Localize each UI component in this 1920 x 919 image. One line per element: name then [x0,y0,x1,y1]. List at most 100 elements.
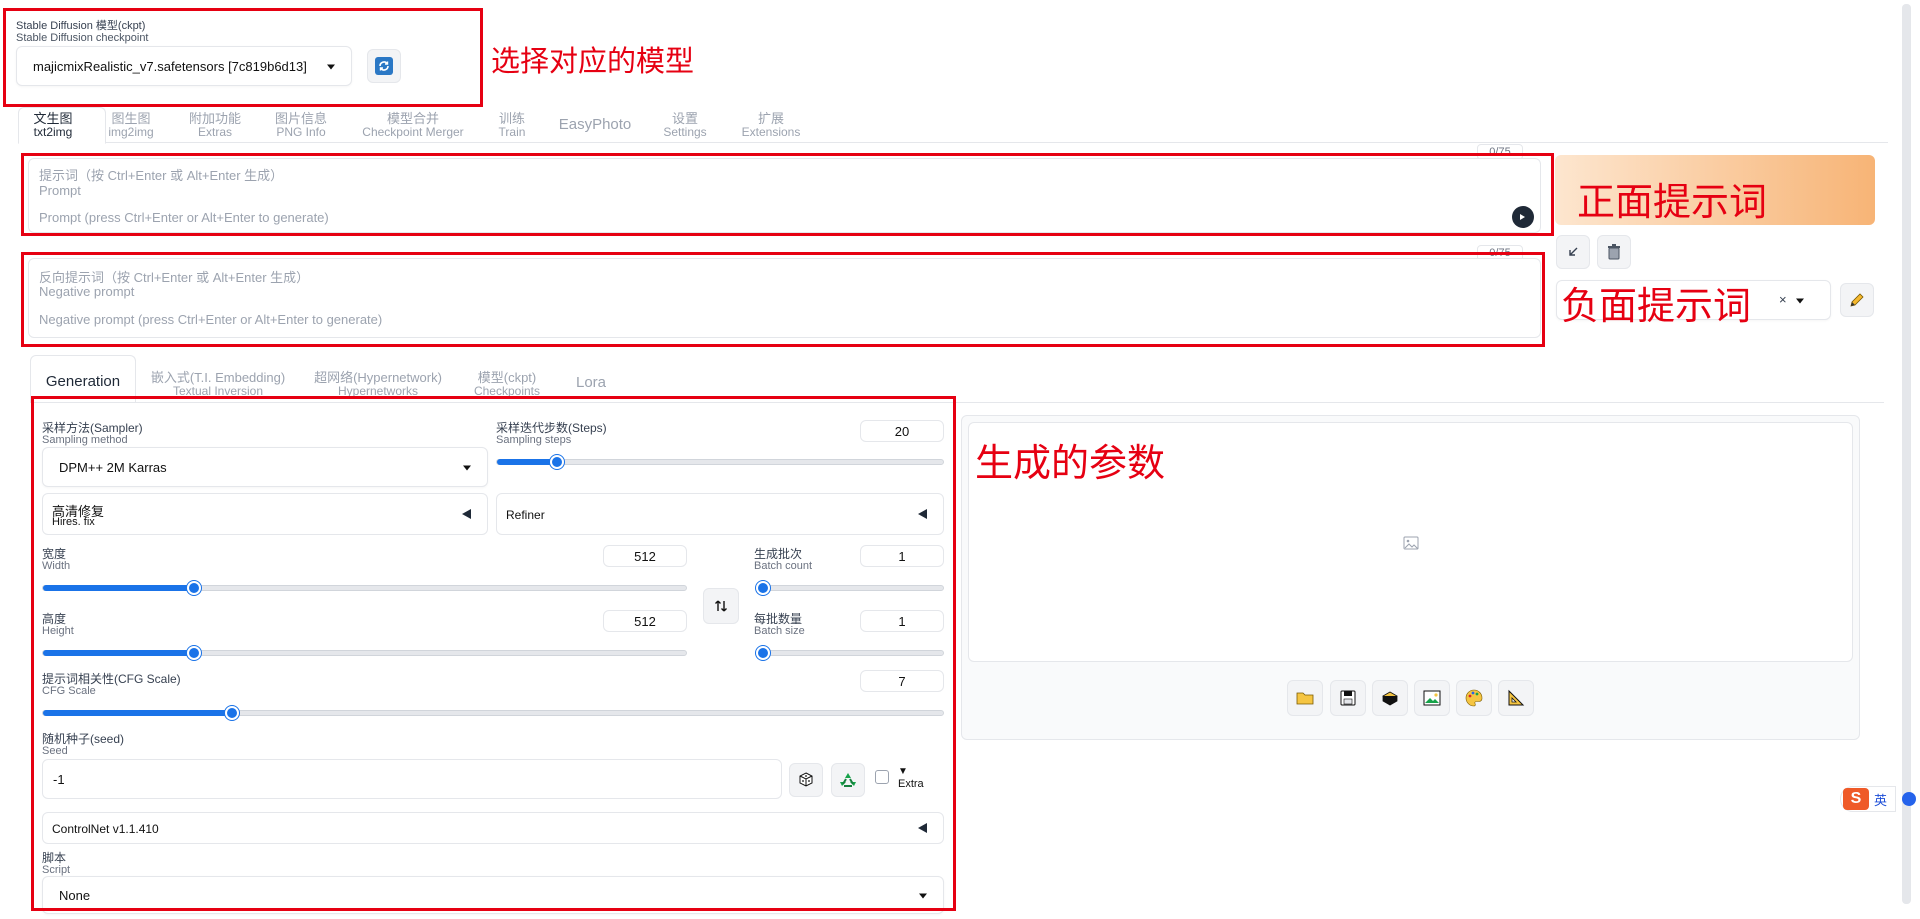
prompt-textarea[interactable]: 提示词（按 Ctrl+Enter 或 Alt+Enter 生成） Prompt … [28,158,1541,233]
clear-prompt-button[interactable] [1597,235,1631,269]
send-to-inpaint-button[interactable] [1456,680,1492,716]
tab-label: 训练 [498,111,525,126]
refresh-icon [375,57,393,75]
subtab-textual-inversion[interactable]: 嵌入式(T.I. Embedding) Textual Inversion [150,371,286,398]
chevron-down-icon [1796,298,1804,304]
slider-fill [43,650,195,656]
batch-count-slider[interactable] [756,581,944,595]
trash-icon [1608,244,1620,260]
model-annotation: 选择对应的模型 [491,44,695,78]
script-dropdown[interactable]: None [42,876,944,914]
batch-count-input[interactable]: 1 [860,545,944,567]
script-value: None [59,887,91,903]
slider-fill [497,459,558,465]
steps-label-en: Sampling steps [496,434,572,446]
smiley-icon[interactable] [1902,792,1916,806]
tab-label: 附加功能 [188,111,241,126]
sampler-dropdown[interactable]: DPM++ 2M Karras [42,447,488,487]
open-folder-button[interactable] [1287,680,1323,716]
seed-label-en: Seed [42,745,68,757]
tab-easyphoto[interactable]: EasyPhoto [554,116,636,133]
tab-extensions[interactable]: 扩展 Extensions [738,112,804,139]
subtab-checkpoints[interactable]: 模型(ckpt) Checkpoints [470,371,544,398]
negative-placeholder: Negative prompt (press Ctrl+Enter or Alt… [39,312,383,327]
prompt-assist-icon[interactable] [1512,206,1534,228]
refiner-accordion[interactable]: Refiner [496,493,944,535]
steps-input[interactable]: 20 [860,420,944,442]
height-label-en: Height [42,625,74,637]
slider-thumb[interactable] [187,646,202,660]
cfg-slider[interactable] [42,706,944,720]
prompt-hint-cn: 提示词（按 Ctrl+Enter 或 Alt+Enter 生成） [39,168,284,183]
width-input[interactable]: 512 [603,545,687,567]
tab-divider [18,142,1888,143]
tab-sublabel: img2img [108,125,154,139]
clear-styles-icon[interactable]: × [1779,292,1787,307]
edit-styles-button[interactable] [1840,283,1874,317]
height-slider[interactable] [42,646,687,660]
width-slider[interactable] [42,581,687,595]
prompt-placeholder: Prompt (press Ctrl+Enter or Alt+Enter to… [39,210,329,225]
batch-size-input[interactable]: 1 [860,610,944,632]
slider-thumb[interactable] [187,581,202,595]
negative-annotation: 负面提示词 [1561,284,1752,328]
ime-mode: 英 [1874,792,1888,808]
tab-label: 超网络(Hypernetwork) [314,370,442,385]
steps-slider[interactable] [496,455,944,469]
negative-hint-en: Negative prompt [39,284,135,299]
random-seed-button[interactable] [789,763,823,797]
swap-dimensions-button[interactable] [703,588,739,624]
ime-toolbar[interactable]: S 英 [1840,786,1896,812]
tab-sublabel: Textual Inversion [172,384,264,398]
subtab-hypernetworks[interactable]: 超网络(Hypernetwork) Hypernetworks [310,371,446,398]
tab-settings[interactable]: 设置 Settings [660,112,710,139]
tab-sublabel: Extensions [741,125,801,139]
controlnet-accordion[interactable]: ControlNet v1.1.410 [42,812,944,844]
tab-label: 设置 [671,111,698,126]
subtab-generation[interactable]: Generation [38,373,128,390]
tab-img2img[interactable]: 图生图 img2img [103,112,159,139]
send-to-img2img-button[interactable] [1414,680,1450,716]
save-button[interactable] [1330,680,1366,716]
tab-train[interactable]: 训练 Train [492,112,532,139]
cfg-input[interactable]: 7 [860,670,944,692]
positive-annotation: 正面提示词 [1577,180,1768,224]
read-params-button[interactable] [1556,235,1590,269]
subtab-lora[interactable]: Lora [566,374,616,391]
pencil-icon [1850,293,1864,307]
height-input[interactable]: 512 [603,610,687,632]
reuse-seed-button[interactable] [831,763,865,797]
slider-thumb[interactable] [756,646,770,660]
tab-sublabel: Settings [663,125,707,139]
slider-thumb[interactable] [756,581,770,595]
negative-textarea[interactable]: 反向提示词（按 Ctrl+Enter 或 Alt+Enter 生成） Negat… [28,258,1541,338]
checkpoint-dropdown[interactable]: majicmixRealistic_v7.safetensors [7c819b… [16,46,352,86]
tab-sublabel: txt2img [33,125,73,139]
tab-label: 模型合并 [386,111,439,126]
batch-size-slider[interactable] [756,646,944,660]
tab-png-info[interactable]: 图片信息 PNG Info [270,112,332,139]
tab-label: 模型(ckpt) [477,370,537,385]
batch-size-label-en: Batch size [754,625,805,637]
tab-label: EasyPhoto [558,116,632,133]
tab-label: 图生图 [111,111,151,126]
scrollbar-thumb[interactable] [1902,4,1911,904]
scrollbar[interactable] [1895,0,1920,919]
extra-seed-checkbox[interactable] [875,770,889,784]
tab-sublabel: Hypernetworks [337,384,419,398]
checkpoint-label-en: Stable Diffusion checkpoint [16,32,149,44]
refresh-checkpoint-button[interactable] [367,49,401,83]
expand-triangle-icon [918,509,927,519]
tab-extras[interactable]: 附加功能 Extras [184,112,246,139]
seed-input[interactable]: -1 [42,759,782,799]
dice-icon [799,772,813,787]
hires-fix-accordion[interactable]: 高清修复 Hires. fix [42,493,488,535]
slider-thumb[interactable] [225,706,239,720]
negative-hint-cn: 反向提示词（按 Ctrl+Enter 或 Alt+Enter 生成） [39,270,310,285]
zip-button[interactable] [1372,680,1408,716]
tab-txt2img[interactable]: 文生图 txt2img [22,112,84,139]
sampler-label-en: Sampling method [42,434,128,446]
tab-checkpoint-merger[interactable]: 模型合并 Checkpoint Merger [355,112,471,139]
send-to-extras-button[interactable] [1498,680,1534,716]
tab-sublabel: Checkpoint Merger [362,125,464,139]
